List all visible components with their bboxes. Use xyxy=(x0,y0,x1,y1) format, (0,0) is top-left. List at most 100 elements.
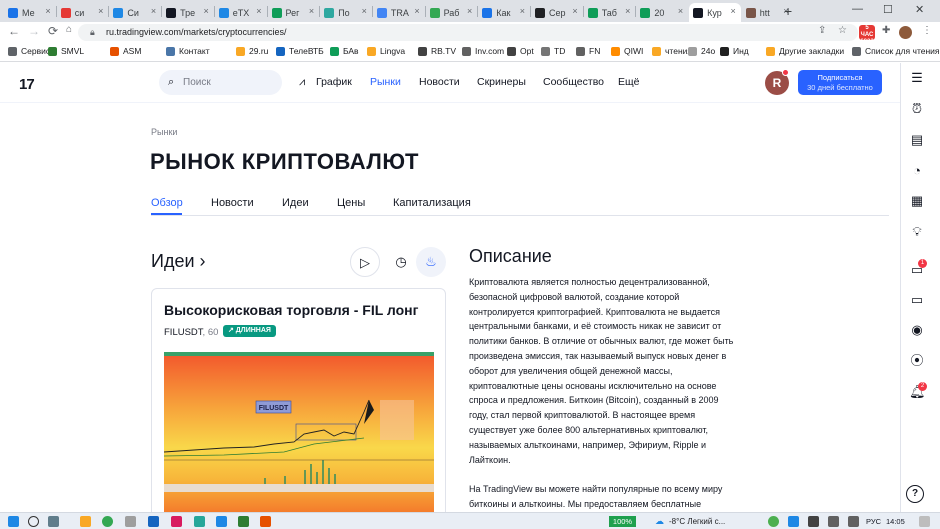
tab-close-icon[interactable]: × xyxy=(731,6,736,16)
tab-close-icon[interactable]: × xyxy=(45,6,50,16)
bookmark-item[interactable]: SMVL xyxy=(48,46,84,56)
play-ideas-icon[interactable]: ▷ xyxy=(350,247,380,277)
help-icon[interactable]: ? xyxy=(906,485,924,503)
explorer-icon[interactable] xyxy=(80,516,91,527)
nav-news[interactable]: Новости xyxy=(419,76,460,88)
bookmark-item[interactable]: Контакт xyxy=(166,46,210,56)
bookmark-item[interactable]: RB.TV xyxy=(418,46,456,56)
bookmark-item[interactable]: Инд xyxy=(720,46,749,56)
maximize-window-icon[interactable]: ☐ xyxy=(883,3,893,16)
tray-icon[interactable] xyxy=(768,516,779,527)
idea-card[interactable]: Высокорисковая торговля - FIL лонг FILUS… xyxy=(151,288,446,518)
browser-tab[interactable]: Тре × xyxy=(162,3,214,22)
tab-close-icon[interactable]: × xyxy=(98,6,103,16)
tab-close-icon[interactable]: × xyxy=(625,6,630,16)
tab-close-icon[interactable]: × xyxy=(414,6,419,16)
watchlist-icon[interactable]: ☰ xyxy=(909,70,925,86)
tab-prices[interactable]: Цены xyxy=(337,197,365,209)
browser-tab[interactable]: eTX × xyxy=(215,3,267,22)
back-icon[interactable]: ← xyxy=(8,24,20,38)
app-icon[interactable] xyxy=(125,516,136,527)
word-icon[interactable] xyxy=(148,516,159,527)
tab-news[interactable]: Новости xyxy=(211,197,254,209)
tab-close-icon[interactable]: × xyxy=(572,6,577,16)
browser-tab[interactable]: По × xyxy=(320,3,372,22)
bookmark-item[interactable]: 24o xyxy=(688,46,715,56)
extensions-puzzle-icon[interactable]: ✚ xyxy=(882,25,890,36)
keyboard-icon[interactable] xyxy=(848,516,859,527)
bookmark-item[interactable]: Opt xyxy=(507,46,534,56)
bookmark-item[interactable]: ASM xyxy=(110,46,141,56)
volume-icon[interactable] xyxy=(828,516,839,527)
tab-close-icon[interactable]: × xyxy=(256,6,261,16)
browser-tab[interactable]: TRA × xyxy=(373,3,425,22)
tab-ideas[interactable]: Идеи xyxy=(282,197,309,209)
bookmark-item[interactable]: FN xyxy=(576,46,600,56)
ideas-bulb-icon[interactable]: 💡︎ xyxy=(909,224,925,240)
extension-news-badge[interactable]: 5 ЧАС 6823 xyxy=(859,25,875,45)
tab-close-icon[interactable]: × xyxy=(204,6,209,16)
bookmark-item[interactable]: 29.ru xyxy=(236,46,268,56)
bookmark-item[interactable]: QIWI xyxy=(611,46,643,56)
bookmark-item[interactable]: TD xyxy=(541,46,565,56)
tab-close-icon[interactable]: × xyxy=(520,6,525,16)
broadcast-icon[interactable]: ⦿ xyxy=(909,353,925,369)
browser-tab[interactable]: Ме × xyxy=(4,3,56,22)
nav-community[interactable]: Сообщество xyxy=(543,76,604,88)
bookmark-item[interactable]: Inv.com xyxy=(462,46,504,56)
nav-screeners[interactable]: Скринеры xyxy=(477,76,526,88)
home-icon[interactable]: ⌂ xyxy=(66,24,72,35)
bookmark-item[interactable]: Список для чтения xyxy=(852,46,940,56)
excel-icon[interactable] xyxy=(238,516,249,527)
browser-tab[interactable]: Сер × xyxy=(531,3,583,22)
paint-icon[interactable] xyxy=(260,516,271,527)
bookmark-item[interactable]: Lingva xyxy=(367,46,405,56)
bookmark-item[interactable]: чтения xyxy=(652,46,692,56)
data-window-icon[interactable]: ◔ xyxy=(909,163,925,179)
browser-tab[interactable]: Как × xyxy=(478,3,530,22)
subscribe-button[interactable]: Подписаться 30 дней бесплатно xyxy=(798,70,882,95)
tab-close-icon[interactable]: × xyxy=(678,6,683,16)
chrome-icon[interactable] xyxy=(102,516,113,527)
share-icon[interactable]: ⇪ xyxy=(818,25,826,36)
search-input[interactable]: ⌕ Поиск xyxy=(159,70,282,95)
nav-more[interactable]: Ещё xyxy=(618,76,639,88)
tray-icon[interactable] xyxy=(788,516,799,527)
browser-tab[interactable]: Си × xyxy=(109,3,161,22)
calendar-icon[interactable]: ▦ xyxy=(909,193,925,209)
browser-tab[interactable]: си × xyxy=(57,3,109,22)
battery-indicator[interactable]: 100% xyxy=(609,516,636,527)
tradingview-logo[interactable]: 17 xyxy=(19,76,35,93)
bookmark-star-icon[interactable]: ☆ xyxy=(838,25,847,36)
ideas-section-title[interactable]: Идеи › xyxy=(151,251,206,272)
instagram-icon[interactable] xyxy=(171,516,182,527)
tab-close-icon[interactable]: × xyxy=(362,6,367,16)
new-tab-button[interactable]: + xyxy=(784,3,792,19)
nav-chart[interactable]: График xyxy=(316,76,352,88)
tab-overview[interactable]: Обзор xyxy=(151,197,183,209)
breadcrumb[interactable]: Рынки xyxy=(151,127,177,137)
idea-title[interactable]: Высокорисковая торговля - FIL лонг xyxy=(164,302,418,318)
task-view-icon[interactable] xyxy=(48,516,59,527)
browser-tab[interactable]: 20 × xyxy=(636,3,688,22)
profile-avatar[interactable] xyxy=(899,26,912,39)
tab-close-icon[interactable]: × xyxy=(467,6,472,16)
popular-ideas-icon[interactable]: ♨︎ xyxy=(416,247,446,277)
notifications-taskbar-icon[interactable] xyxy=(919,516,930,527)
nav-markets[interactable]: Рынки xyxy=(370,76,401,88)
minimize-window-icon[interactable]: — xyxy=(852,3,863,15)
system-clock[interactable]: 14:05 xyxy=(886,517,905,526)
weather-widget[interactable]: -8°C Легкий с... xyxy=(669,517,725,526)
browser-tab[interactable]: Таб × xyxy=(584,3,636,22)
close-window-icon[interactable]: ✕ xyxy=(915,3,924,16)
browser-menu-icon[interactable]: ⋮ xyxy=(922,25,932,36)
recent-ideas-clock-icon[interactable]: ◷ xyxy=(386,247,416,277)
idea-chart-preview[interactable]: FILUSDT xyxy=(164,352,434,512)
tab-close-icon[interactable]: × xyxy=(309,6,314,16)
input-language[interactable]: РУС xyxy=(866,517,881,526)
forward-icon[interactable]: → xyxy=(28,24,40,38)
network-icon[interactable] xyxy=(808,516,819,527)
tab-market-cap[interactable]: Капитализация xyxy=(393,197,471,209)
browser-tab[interactable]: Рег × xyxy=(268,3,320,22)
streams-icon[interactable]: ◉ xyxy=(909,322,925,338)
